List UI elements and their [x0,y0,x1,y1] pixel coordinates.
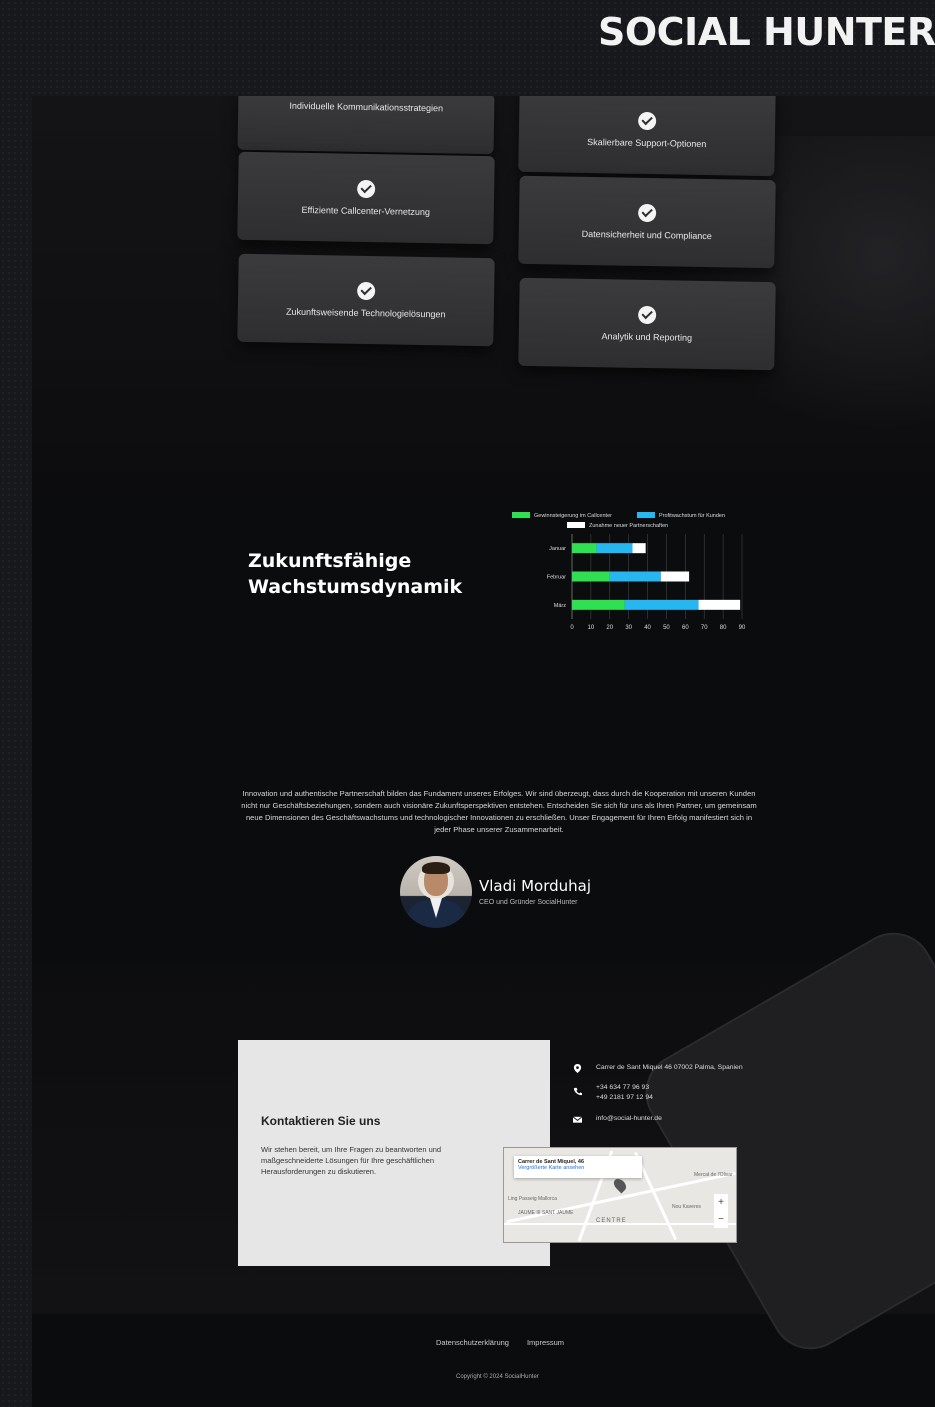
email-icon [573,1116,582,1123]
check-icon [638,305,657,325]
imprint-link[interactable]: Impressum [527,1338,564,1347]
check-icon [357,281,376,301]
email-text[interactable]: info@social-hunter.de [596,1115,662,1122]
x-tick-label: 30 [625,625,632,631]
phone-number-1[interactable]: +34 634 77 96 93 [596,1083,653,1093]
x-tick-label: 70 [701,625,708,631]
legend-label: Gewinnsteigerung im Callcenter [534,513,612,519]
ceo-quote: Innovation und authentische Partnerschaf… [241,789,757,834]
bar-segment [660,571,690,582]
x-tick-label: 60 [682,625,689,631]
feature-card-callcenter: Effiziente Callcenter-Vernetzung [237,151,495,245]
phone-number-2[interactable]: +49 2181 97 12 94 [596,1093,653,1103]
x-tick-label: 40 [644,625,651,631]
map-zoom-controls: + − [714,1194,728,1228]
phone-icon [573,1087,582,1096]
y-tick-label: Februar [547,575,566,581]
check-icon [638,203,657,223]
map-label-olivar: Mercat de l'Olivar [694,1172,733,1178]
y-tick-label: Januar [549,546,566,552]
feature-label: Analytik und Reporting [601,331,693,343]
phone-row: +34 634 77 96 93 +49 2181 97 12 94 [573,1083,653,1103]
feature-label: Effiziente Callcenter-Vernetzung [301,204,431,218]
y-tick-label: März [554,603,566,609]
page-content: Individuelle Kommunikationsstrategien Sk… [32,96,935,1407]
feature-card-communication: Individuelle Kommunikationsstrategien [237,96,495,155]
legend-swatch [637,512,655,518]
zoom-in-button[interactable]: + [714,1194,728,1211]
feature-label: Individuelle Kommunikationsstrategien [289,100,444,114]
check-icon [638,111,657,131]
location-pin-icon [573,1064,582,1073]
growth-title-line2: Wachstumsdynamik [248,576,463,598]
email-row: info@social-hunter.de [573,1115,662,1124]
legend-swatch [512,512,530,518]
person-name: Vladi Morduhaj [479,877,591,895]
brand-logo-text: SOCIAL HUNTER [598,10,935,54]
address-text[interactable]: Carrer de Sant Miquel 46 07002 Palma, Sp… [596,1064,743,1071]
growth-section-title: Zukunftsfähige Wachstumsdynamik [248,548,462,600]
feature-label: Datensicherheit und Compliance [581,228,712,242]
footer-links: Datenschutzerklärung Impressum [436,1338,564,1347]
bar-segment [596,543,633,554]
legend-label: Profitwachstum für Kunden [659,513,725,519]
legend-label: Zunahme neuer Partnerschaften [589,523,668,529]
map-info-card[interactable]: Carrer de Sant Miquel, 46 Vergrößerte Ka… [514,1156,642,1178]
bar-segment [572,571,610,582]
map-label-nou: Nou Kaveres [672,1204,701,1210]
feature-card-technology: Zukunftsweisende Technologielösungen [237,253,495,347]
x-tick-label: 80 [720,625,727,631]
location-map[interactable]: Carrer de Sant Miquel, 46 Vergrößerte Ka… [503,1147,737,1243]
map-pin-icon[interactable] [611,1176,629,1194]
copyright-text: Copyright © 2024 SocialHunter [456,1374,539,1380]
x-tick-label: 10 [588,625,595,631]
feature-label: Zukunftsweisende Technologielösungen [285,306,446,320]
bar-segment [624,599,699,610]
x-tick-label: 90 [739,625,746,631]
contact-text: Wir stehen bereit, um Ihre Fragen zu bea… [261,1145,442,1176]
feature-card-support: Skalierbare Support-Optionen [518,96,776,177]
map-card-link[interactable]: Vergrößerte Karte ansehen [518,1165,638,1171]
map-label-centre: CENTRE [596,1218,627,1224]
growth-title-line1: Zukunftsfähige [248,550,412,572]
growth-chart-svg: Gewinnsteigerung im Callcenter Profitwach… [512,512,746,631]
person-role: CEO und Gründer SocialHunter [479,899,578,906]
bar-segment [609,571,661,582]
bar-segment [698,599,741,610]
x-tick-label: 0 [570,625,574,631]
map-label-jaume: JAUME III SANT JAUME [518,1210,574,1216]
growth-chart: Gewinnsteigerung im Callcenter Profitwach… [502,509,752,639]
zoom-out-button[interactable]: − [714,1211,728,1228]
feature-label: Skalierbare Support-Optionen [587,136,707,150]
bar-segment [572,599,625,610]
bar-segment [632,543,646,554]
avatar [400,856,472,928]
x-tick-label: 50 [663,625,670,631]
address-row: Carrer de Sant Miquel 46 07002 Palma, Sp… [573,1064,743,1073]
map-label-mallorca: Ling Passeig Mallorca [508,1196,557,1202]
legend-swatch [567,522,585,528]
privacy-link[interactable]: Datenschutzerklärung [436,1338,509,1347]
x-tick-label: 20 [606,625,613,631]
feature-card-analytics: Analytik und Reporting [518,277,776,371]
bar-segment [572,543,597,554]
feature-card-security: Datensicherheit und Compliance [518,175,776,269]
check-icon [357,179,376,199]
contact-title: Kontaktieren Sie uns [261,1114,381,1128]
